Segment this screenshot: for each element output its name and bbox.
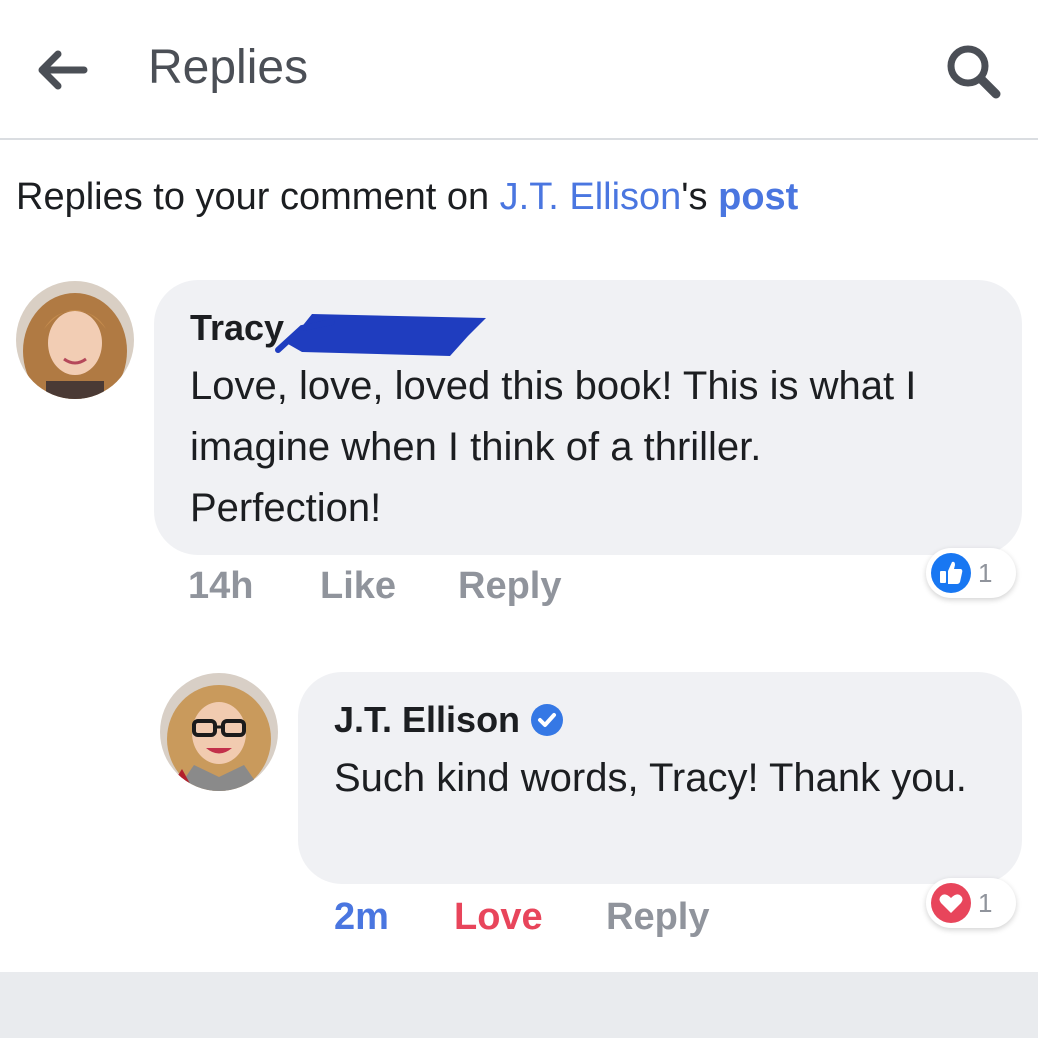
back-button[interactable] (30, 38, 94, 102)
profile-photo-tracy (16, 281, 134, 399)
comment-text: Such kind words, Tracy! Thank you. (334, 756, 967, 800)
comment-text: Love, love, loved this book! This is wha… (190, 364, 917, 530)
comment-author[interactable]: J.T. Ellison (334, 698, 564, 742)
like-thumb-icon (931, 553, 971, 593)
comment-bubble[interactable]: Tracy Love, love, loved this book! This … (154, 280, 1022, 555)
post-link[interactable]: post (718, 176, 798, 218)
post-author-link[interactable]: J.T. Ellison (500, 176, 682, 218)
reply-actions: 2m Love Reply (334, 894, 994, 940)
search-icon (947, 45, 1001, 99)
profile-photo-jt-ellison (160, 673, 278, 791)
love-button[interactable]: Love (454, 894, 543, 940)
verified-badge-icon (531, 704, 564, 736)
reaction-summary[interactable]: 1 (926, 548, 1016, 598)
reaction-count: 1 (978, 557, 993, 588)
like-button[interactable]: Like (320, 563, 396, 609)
author-name[interactable]: Tracy (190, 306, 284, 350)
reply-button[interactable]: Reply (606, 894, 709, 940)
replies-context-line: Replies to your comment on J.T. Ellison'… (16, 172, 798, 222)
comment-actions: 14h Like Reply (188, 563, 988, 609)
search-button[interactable] (938, 36, 1008, 106)
reply-button[interactable]: Reply (458, 563, 561, 609)
page-title: Replies (148, 41, 309, 94)
reply-timestamp[interactable]: 2m (334, 894, 389, 940)
avatar[interactable] (160, 673, 278, 791)
comment-timestamp[interactable]: 14h (188, 563, 253, 609)
top-bar: Replies (0, 0, 1038, 140)
redaction-scribble (275, 314, 486, 356)
love-heart-icon (931, 883, 971, 923)
author-name[interactable]: J.T. Ellison (334, 698, 520, 742)
context-prefix: Replies to your comment on (16, 176, 500, 218)
reaction-count: 1 (978, 887, 993, 918)
bottom-divider-band (0, 972, 1038, 1038)
back-arrow-icon (38, 50, 88, 90)
context-possessive: 's (681, 176, 719, 218)
avatar[interactable] (16, 281, 134, 399)
reply-bubble[interactable]: J.T. Ellison Such kind words, Tracy! Tha… (298, 672, 1022, 884)
reaction-summary[interactable]: 1 (926, 878, 1016, 928)
comment-author[interactable]: Tracy (190, 306, 284, 350)
